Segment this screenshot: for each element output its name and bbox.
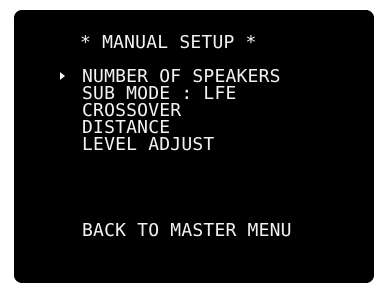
menu-title: * MANUAL SETUP * <box>80 32 257 53</box>
manual-setup-menu: NUMBER OF SPEAKERS SUB MODE : LFE CROSSO… <box>82 68 281 154</box>
back-to-master-menu-item[interactable]: BACK TO MASTER MENU <box>82 222 292 240</box>
menu-item-level-adjust[interactable]: LEVEL ADJUST <box>82 136 281 154</box>
triangle-right-icon <box>60 72 65 80</box>
osd-screen: * MANUAL SETUP * NUMBER OF SPEAKERS SUB … <box>14 10 374 283</box>
